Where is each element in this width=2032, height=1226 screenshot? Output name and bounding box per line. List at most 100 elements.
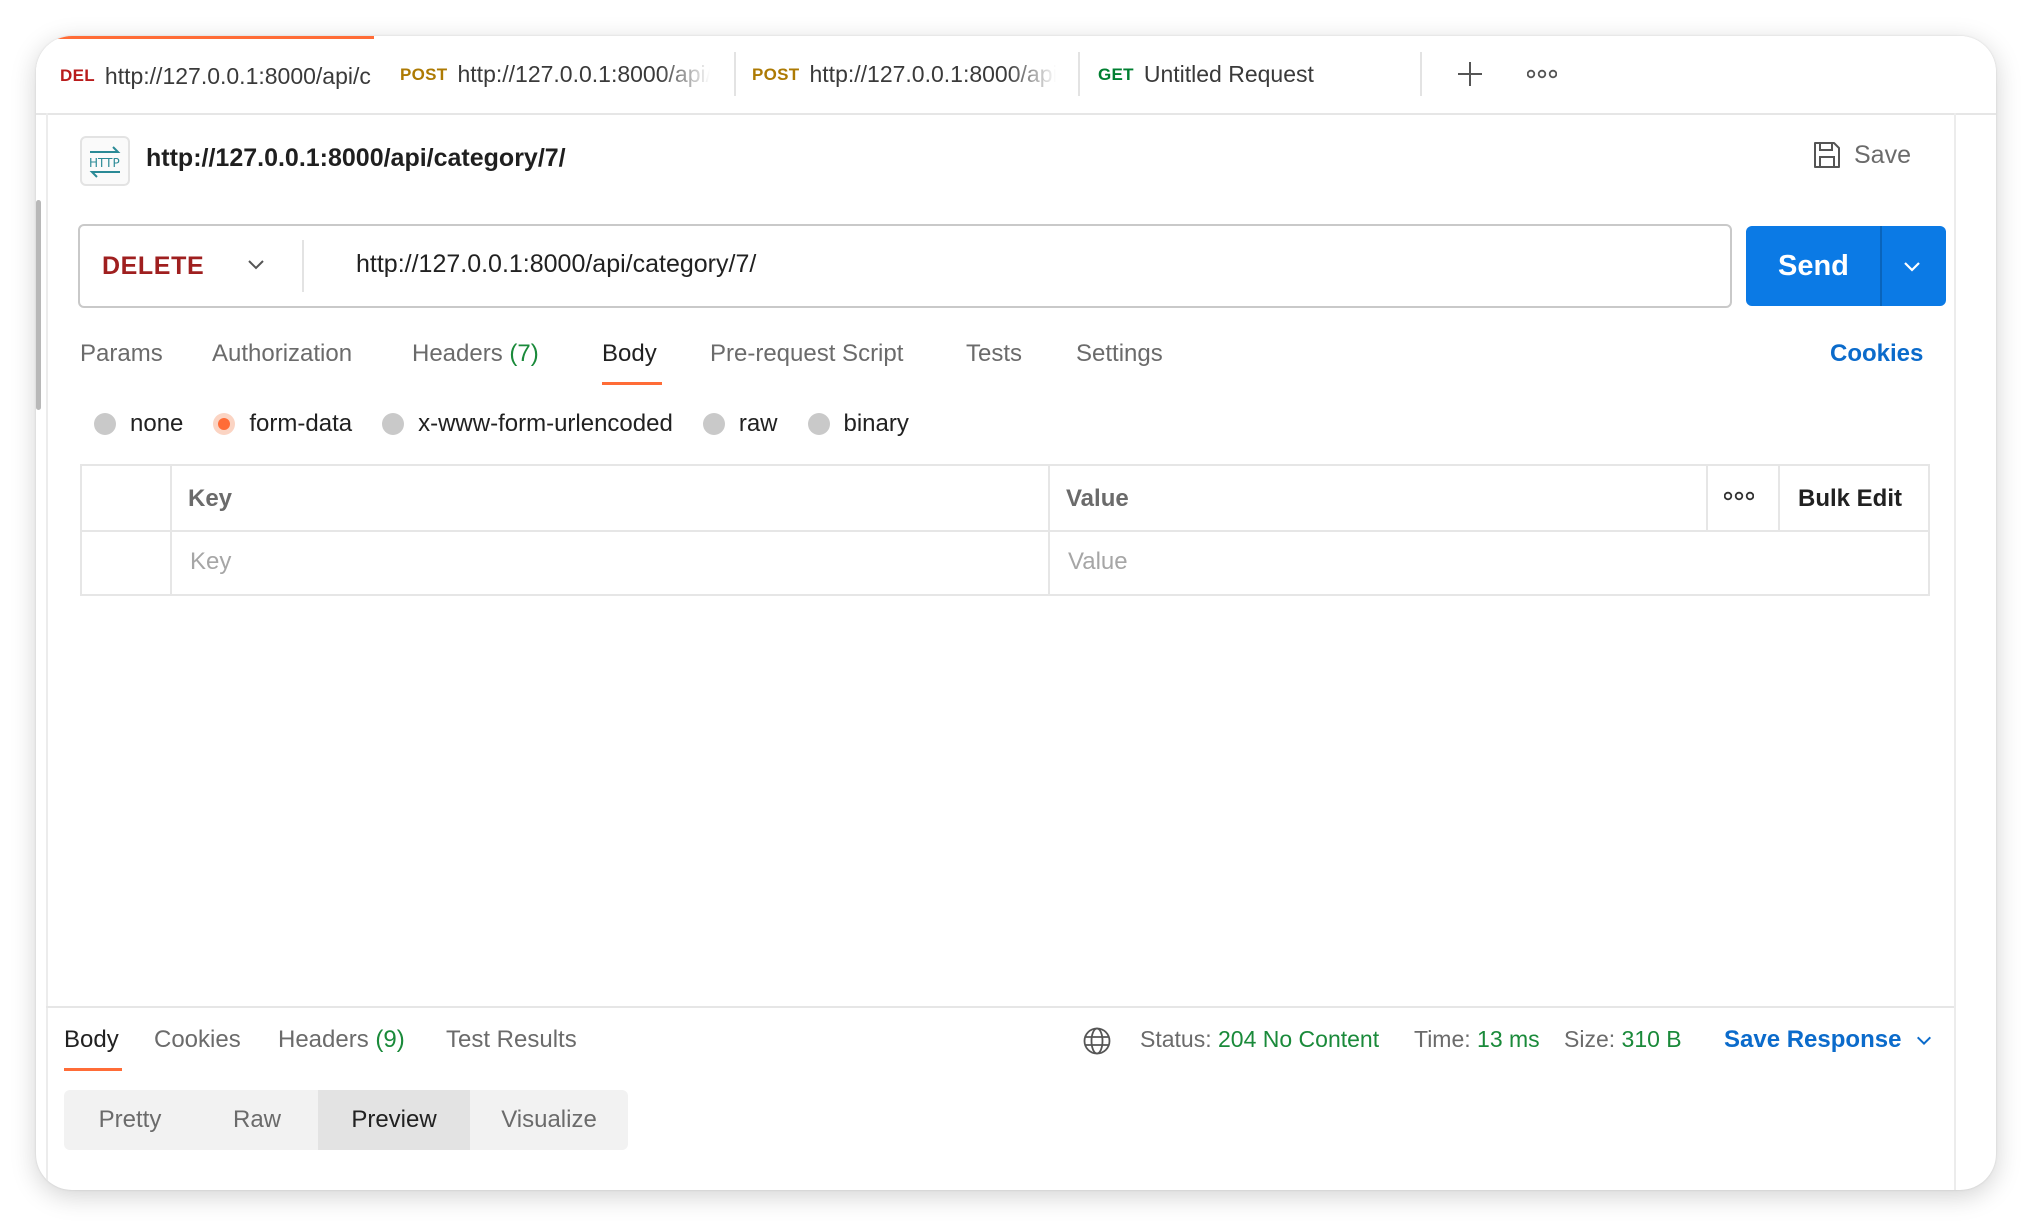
- radio-label: form-data: [249, 410, 353, 437]
- response-tab-body[interactable]: Body: [64, 1026, 119, 1054]
- tab-tests[interactable]: Tests: [966, 340, 1022, 368]
- cookies-link[interactable]: Cookies: [1830, 340, 1923, 368]
- view-visualize[interactable]: Visualize: [470, 1090, 628, 1150]
- save-icon: [1814, 142, 1840, 168]
- radio-button[interactable]: [94, 413, 116, 435]
- more-horizontal-icon: [1527, 69, 1557, 79]
- radio-button[interactable]: [807, 413, 830, 435]
- key-input[interactable]: [190, 547, 1030, 577]
- column-divider: [1778, 466, 1780, 530]
- radio-none[interactable]: none: [94, 410, 183, 438]
- size-value: 310 B: [1621, 1026, 1682, 1052]
- tab-params[interactable]: Params: [80, 340, 163, 368]
- form-data-table: Key Value Bulk Edit: [80, 464, 1930, 596]
- request-title[interactable]: http://127.0.0.1:8000/api/category/7/: [146, 144, 566, 173]
- column-options-button[interactable]: [1723, 488, 1755, 506]
- send-button[interactable]: Send: [1746, 226, 1946, 306]
- method-dropdown[interactable]: DELETE: [80, 226, 302, 306]
- chevron-down-icon[interactable]: [1902, 256, 1922, 276]
- response-tab-headers[interactable]: Headers (9): [278, 1026, 405, 1054]
- send-split-divider: [1880, 226, 1882, 306]
- radio-form-data[interactable]: form-data: [213, 410, 352, 438]
- size-info[interactable]: Size: 310 B: [1564, 1026, 1682, 1053]
- time-label: Time:: [1414, 1026, 1471, 1052]
- plus-icon: [1458, 62, 1482, 86]
- tab-title: http://127.0.0.1:8000/api/: [457, 61, 711, 87]
- tab-headers[interactable]: Headers (7): [412, 340, 539, 368]
- tab-pre-request-script[interactable]: Pre-request Script: [710, 340, 903, 368]
- radio-binary[interactable]: binary: [807, 410, 909, 438]
- url-bar: DELETE: [78, 224, 1732, 308]
- scrollbar-thumb[interactable]: [36, 200, 41, 410]
- view-raw[interactable]: Raw: [196, 1090, 318, 1150]
- value-input[interactable]: [1068, 547, 1908, 577]
- tab-method: POST: [752, 64, 800, 84]
- radio-label: binary: [843, 410, 909, 437]
- tab-title: http://127.0.0.1:8000/api/: [809, 61, 1057, 87]
- status-info[interactable]: Status: 204 No Content: [1140, 1026, 1379, 1053]
- column-divider: [1706, 466, 1708, 530]
- method-value: DELETE: [102, 251, 205, 280]
- active-tab-indicator: [64, 1068, 122, 1071]
- svg-text:HTTP: HTTP: [89, 156, 120, 170]
- save-label: Save: [1854, 140, 1911, 169]
- view-preview[interactable]: Preview: [318, 1090, 470, 1150]
- more-horizontal-icon: [1723, 491, 1755, 501]
- tab-title: Untitled Request: [1143, 61, 1314, 87]
- tab-method: DEL: [60, 66, 95, 85]
- body-type-options: none form-data x-www-form-urlencoded raw…: [94, 410, 939, 438]
- request-tab-bar: DEL http://127.0.0.1:8000/api/c POST htt…: [36, 36, 1996, 115]
- key-column-header: Key: [188, 485, 233, 512]
- chevron-down-icon: [1917, 1036, 1932, 1046]
- radio-label: x-www-form-urlencoded: [418, 410, 673, 437]
- url-input[interactable]: [356, 250, 1656, 279]
- postman-window: DEL http://127.0.0.1:8000/api/c POST htt…: [36, 36, 1996, 1190]
- tab-settings[interactable]: Settings: [1076, 340, 1163, 368]
- response-pane-divider[interactable]: [46, 1006, 1954, 1008]
- tab-get-request[interactable]: GET Untitled Request: [1080, 36, 1460, 113]
- save-response-label: Save Response: [1724, 1026, 1902, 1053]
- response-headers-count: (9): [375, 1026, 405, 1053]
- response-tab-test-results[interactable]: Test Results: [446, 1026, 577, 1054]
- radio-button-selected[interactable]: [213, 413, 236, 435]
- save-response-button[interactable]: Save Response: [1724, 1026, 1933, 1054]
- tab-method: POST: [400, 64, 448, 84]
- http-icon: HTTP: [80, 136, 130, 186]
- time-value: 13 ms: [1477, 1026, 1540, 1052]
- globe-icon[interactable]: [1082, 1026, 1112, 1056]
- tab-method: GET: [1098, 64, 1134, 84]
- row-divider: [82, 530, 1928, 532]
- response-tab-cookies[interactable]: Cookies: [154, 1026, 241, 1054]
- bulk-edit-button[interactable]: Bulk Edit: [1798, 485, 1902, 513]
- radio-label: raw: [738, 410, 778, 437]
- tab-title: http://127.0.0.1:8000/api/c: [104, 62, 371, 89]
- radio-button[interactable]: [382, 413, 405, 435]
- send-label: Send: [1778, 250, 1849, 282]
- response-tab-headers-label: Headers: [278, 1026, 369, 1053]
- size-label: Size:: [1564, 1026, 1616, 1052]
- right-panel-edge: [1954, 113, 1956, 1190]
- radio-label: none: [130, 410, 184, 437]
- radio-button[interactable]: [702, 413, 725, 435]
- radio-raw[interactable]: raw: [702, 410, 778, 438]
- headers-count: (7): [509, 340, 539, 367]
- tab-options-button[interactable]: [1520, 52, 1564, 96]
- new-tab-button[interactable]: [1448, 52, 1492, 96]
- tab-delete-request[interactable]: DEL http://127.0.0.1:8000/api/c: [36, 36, 374, 113]
- tab-post-request-2[interactable]: POST http://127.0.0.1:8000/api/: [736, 36, 1056, 113]
- view-pretty[interactable]: Pretty: [64, 1090, 196, 1150]
- tab-divider: [1420, 52, 1422, 96]
- active-tab-indicator: [602, 382, 662, 385]
- time-info[interactable]: Time: 13 ms: [1414, 1026, 1540, 1053]
- tab-authorization[interactable]: Authorization: [212, 340, 352, 368]
- tab-body[interactable]: Body: [602, 340, 657, 368]
- radio-x-www-form-urlencoded[interactable]: x-www-form-urlencoded: [382, 410, 673, 438]
- status-value: 204 No Content: [1218, 1026, 1380, 1052]
- url-divider: [302, 240, 304, 292]
- value-column-header: Value: [1066, 485, 1129, 512]
- status-label: Status:: [1140, 1026, 1212, 1052]
- tab-post-request-1[interactable]: POST http://127.0.0.1:8000/api/: [376, 36, 710, 113]
- chevron-down-icon: [248, 260, 264, 270]
- response-view-switcher: Pretty Raw Preview Visualize: [64, 1090, 628, 1150]
- save-button[interactable]: Save: [1812, 140, 1911, 170]
